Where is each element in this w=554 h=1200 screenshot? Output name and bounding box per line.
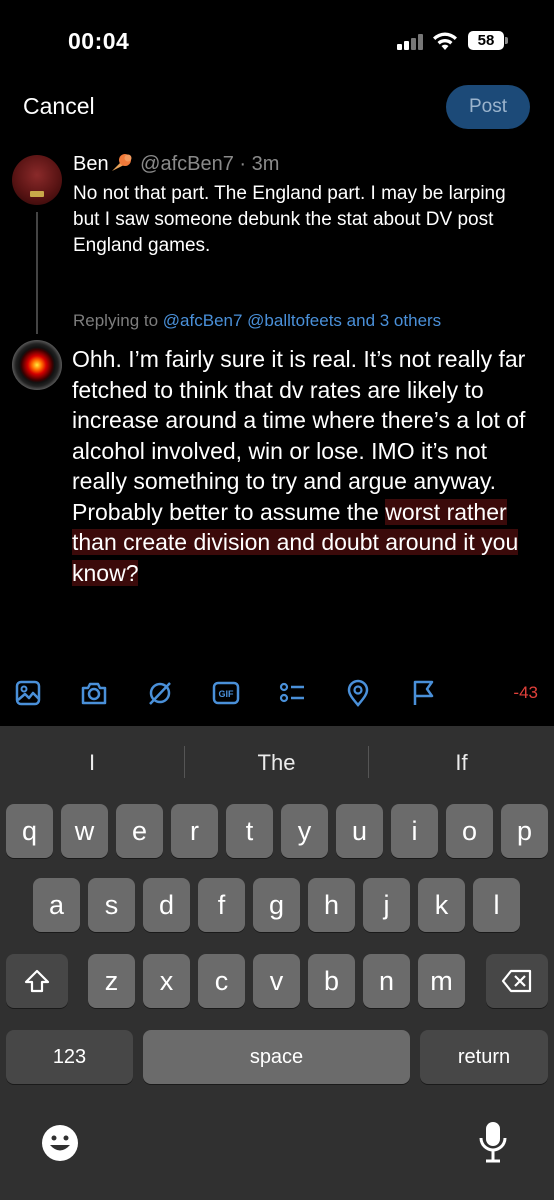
shift-key[interactable] xyxy=(6,954,68,1008)
key-b[interactable]: b xyxy=(308,954,355,1008)
flag-icon xyxy=(413,680,434,705)
key-g[interactable]: g xyxy=(253,878,300,932)
author-name: Ben xyxy=(73,153,109,175)
key-m[interactable]: m xyxy=(418,954,465,1008)
key-u[interactable]: u xyxy=(336,804,383,858)
key-t[interactable]: t xyxy=(226,804,273,858)
cellular-signal-icon xyxy=(397,34,425,50)
image-button[interactable] xyxy=(12,668,44,718)
post-button[interactable]: Post xyxy=(446,85,530,129)
key-j[interactable]: j xyxy=(363,878,410,932)
gif-button[interactable]: GIF xyxy=(210,668,242,718)
compose-toolbar: GIF xyxy=(0,668,554,720)
wifi-icon xyxy=(433,32,457,50)
key-r[interactable]: r xyxy=(171,804,218,858)
backspace-icon xyxy=(501,969,532,993)
poll-button[interactable] xyxy=(276,668,308,718)
microphone-icon[interactable] xyxy=(478,1120,508,1164)
suggestion-2[interactable]: The xyxy=(185,726,368,800)
location-button[interactable] xyxy=(342,668,374,718)
replying-to-line: Replying to @afcBen7 @balltofeets and 3 … xyxy=(73,311,441,331)
key-w[interactable]: w xyxy=(61,804,108,858)
key-v[interactable]: v xyxy=(253,954,300,1008)
key-d[interactable]: d xyxy=(143,878,190,932)
key-o[interactable]: o xyxy=(446,804,493,858)
author-handle: @afcBen7 xyxy=(140,153,234,175)
gif-label: GIF xyxy=(219,689,235,699)
others-link[interactable]: and 3 others xyxy=(347,311,442,330)
key-y[interactable]: y xyxy=(281,804,328,858)
original-tweet-text: No not that part. The England part. I ma… xyxy=(73,183,506,256)
mention-link[interactable]: @afcBen7 xyxy=(163,311,243,330)
battery-cap xyxy=(505,37,508,44)
cancel-button[interactable]: Cancel xyxy=(23,93,95,120)
key-a[interactable]: a xyxy=(33,878,80,932)
key-l[interactable]: l xyxy=(473,878,520,932)
poll-icon xyxy=(279,682,304,703)
key-k[interactable]: k xyxy=(418,878,465,932)
flag-button[interactable] xyxy=(408,668,440,718)
mention-link[interactable]: @balltofeets xyxy=(247,311,342,330)
status-time: 00:04 xyxy=(68,28,130,54)
camera-button[interactable] xyxy=(78,668,110,718)
suggestion-3[interactable]: If xyxy=(369,726,554,800)
return-key[interactable]: return xyxy=(420,1030,548,1084)
thread-line xyxy=(36,212,38,334)
grok-button[interactable] xyxy=(144,668,176,718)
character-counter: -43 xyxy=(513,683,538,702)
location-icon xyxy=(347,679,369,707)
reply-text-field[interactable]: Ohh. I’m fairly sure it is real. It’s no… xyxy=(72,344,544,588)
suggestion-1[interactable]: I xyxy=(0,726,184,800)
key-n[interactable]: n xyxy=(363,954,410,1008)
ice-cream-emoji-icon xyxy=(111,154,132,171)
reply-text: Ohh. I’m fairly sure it is real. It’s no… xyxy=(72,346,526,525)
grok-icon xyxy=(149,682,171,705)
key-h[interactable]: h xyxy=(308,878,355,932)
key-z[interactable]: z xyxy=(88,954,135,1008)
gif-icon: GIF xyxy=(212,681,240,705)
avatar-current-user xyxy=(12,340,62,390)
backspace-key[interactable] xyxy=(486,954,548,1008)
tweet-age: 3m xyxy=(251,153,280,175)
key-q[interactable]: q xyxy=(6,804,53,858)
replying-prefix: Replying to xyxy=(73,311,159,330)
numbers-key[interactable]: 123 xyxy=(6,1030,133,1084)
image-icon xyxy=(15,680,41,706)
key-x[interactable]: x xyxy=(143,954,190,1008)
camera-icon xyxy=(81,682,107,705)
author-line: Ben @afcBen7 · 3m xyxy=(73,153,279,176)
space-key[interactable]: space xyxy=(143,1030,410,1084)
key-p[interactable]: p xyxy=(501,804,548,858)
avatar-original-author[interactable] xyxy=(12,155,62,205)
emoji-icon[interactable] xyxy=(40,1123,80,1163)
shift-arrow-icon xyxy=(24,969,50,993)
meta-separator: · xyxy=(239,153,247,175)
battery-indicator: 58 xyxy=(468,31,504,50)
key-f[interactable]: f xyxy=(198,878,245,932)
key-c[interactable]: c xyxy=(198,954,245,1008)
key-e[interactable]: e xyxy=(116,804,163,858)
key-s[interactable]: s xyxy=(88,878,135,932)
key-i[interactable]: i xyxy=(391,804,438,858)
